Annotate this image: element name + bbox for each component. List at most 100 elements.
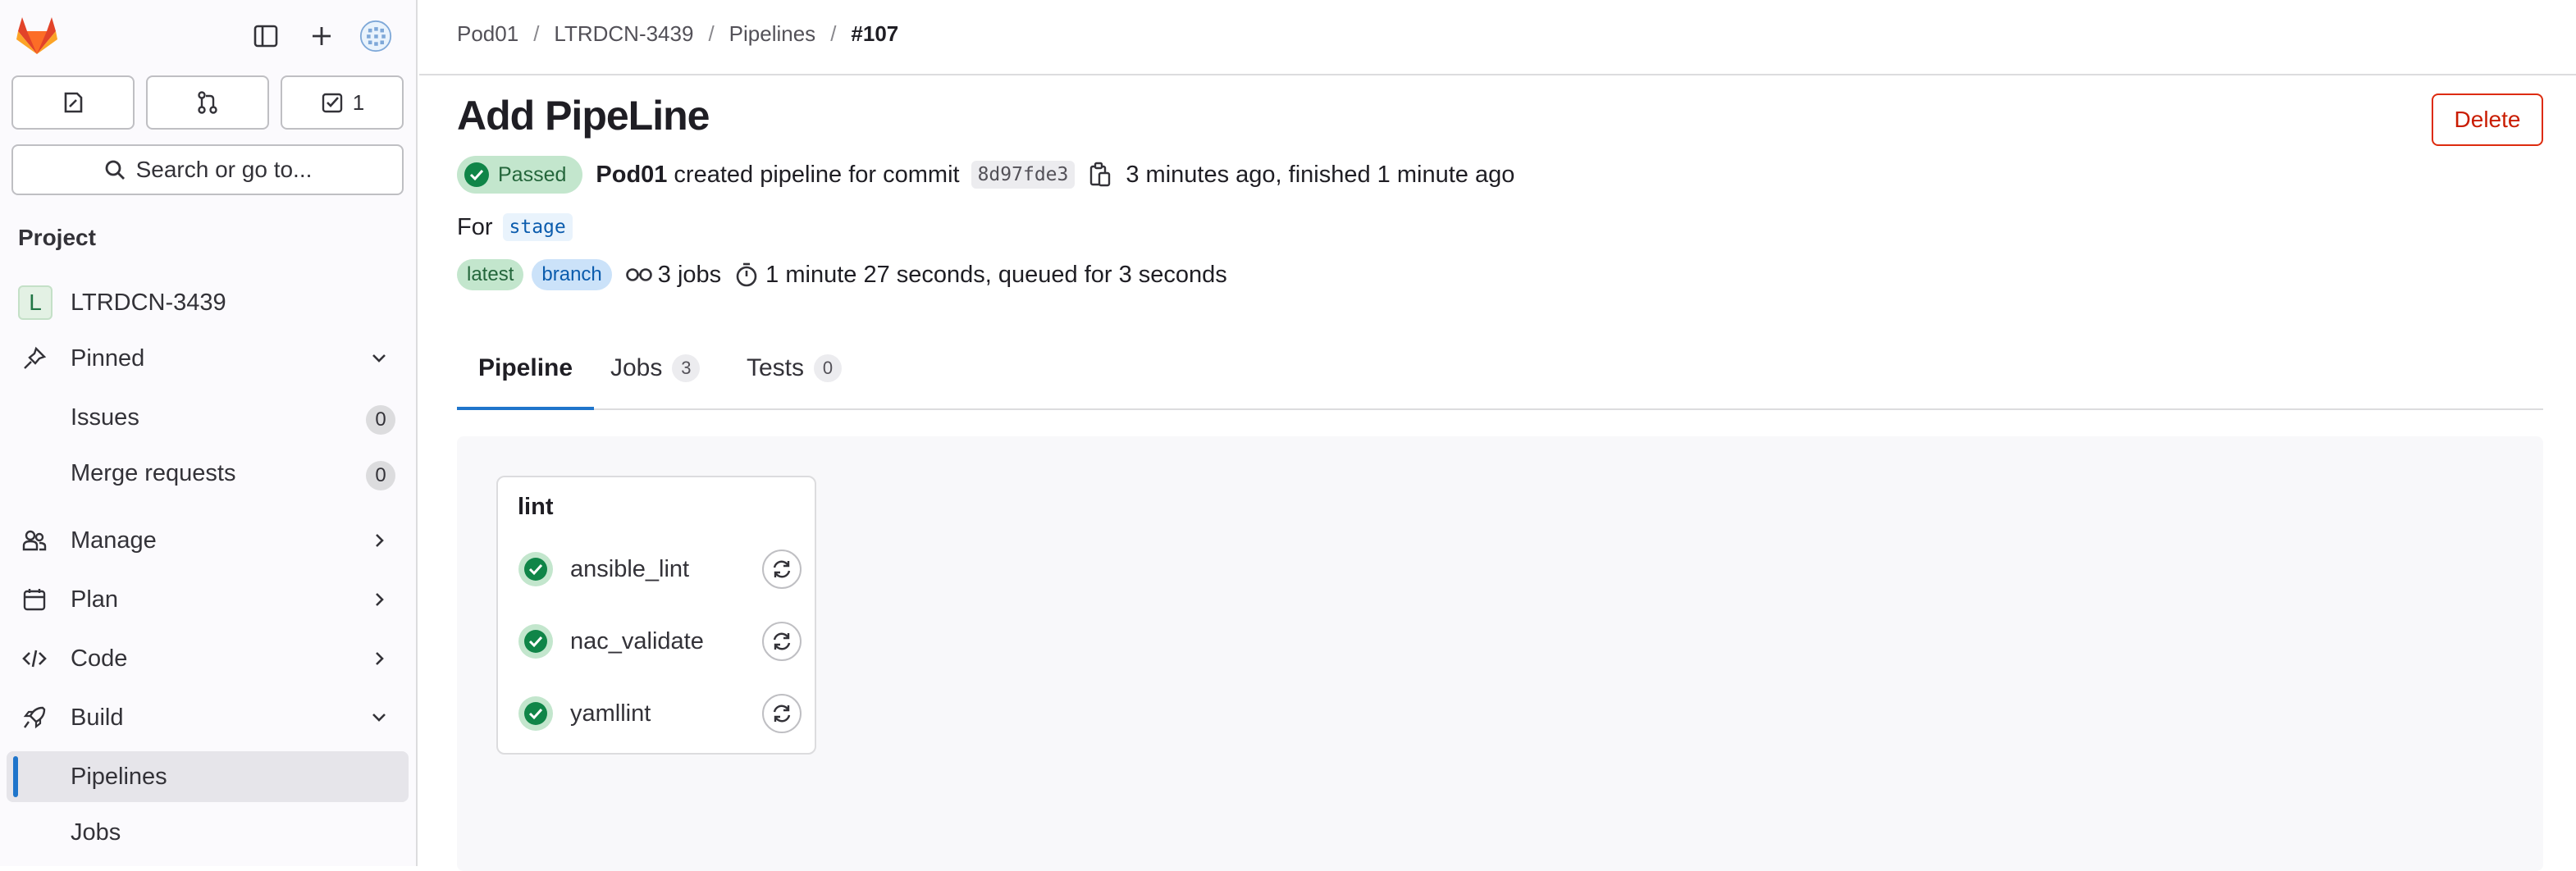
sidebar-item-pipelines[interactable]: Pipelines	[7, 751, 409, 802]
sidebar-item-label: Plan	[71, 586, 119, 613]
chevron-right-icon	[376, 652, 384, 665]
calendar-icon	[23, 589, 46, 611]
tab-label: Pipeline	[478, 354, 573, 381]
sidebar-item-label: Code	[71, 645, 128, 672]
gitlab-logo-icon[interactable]	[15, 15, 59, 56]
pipeline-jobs-icon	[625, 268, 652, 281]
time-text: 3 minutes ago, finished 1 minute ago	[1126, 161, 1515, 188]
retry-icon	[773, 632, 791, 650]
tab-label: Jobs	[610, 354, 663, 381]
pipeline-tabs: Pipeline Jobs 3 Tests 0	[457, 328, 2543, 410]
latest-badge: latest	[457, 259, 524, 290]
user-avatar[interactable]	[359, 20, 392, 52]
merge-request-icon	[198, 91, 217, 114]
job-passed-icon	[518, 552, 553, 586]
sidebar-item-label: Issues	[71, 404, 139, 431]
branch-badge: branch	[532, 259, 612, 290]
tab-pipeline[interactable]: Pipeline	[457, 328, 595, 410]
chevron-down-icon	[372, 354, 386, 363]
breadcrumb-separator: /	[708, 21, 715, 46]
pipeline-user-link[interactable]: Pod01	[596, 162, 667, 189]
sidebar-item-merge-requests[interactable]: Merge requests 0	[7, 448, 409, 499]
ref-link[interactable]: stage	[502, 213, 573, 241]
sidebar-item-manage[interactable]: Manage	[7, 515, 409, 566]
status-badge[interactable]: Passed	[457, 156, 583, 194]
retry-button[interactable]	[762, 550, 802, 589]
job-name[interactable]: ansible_lint	[570, 556, 689, 583]
retry-button[interactable]	[762, 694, 802, 733]
sidebar: 1 Search or go to... Project L LTRDCN-34…	[0, 0, 418, 866]
tab-tests[interactable]: Tests 0	[747, 328, 843, 408]
pipeline-graph: lint ansible_lint nac_validate yamllint	[457, 436, 2543, 871]
job-passed-icon	[518, 696, 553, 731]
copy-icon[interactable]	[1088, 162, 1112, 188]
status-label: Passed	[498, 162, 567, 186]
chevron-right-icon	[376, 593, 384, 606]
sidebar-item-project[interactable]: L LTRDCN-3439	[7, 277, 409, 328]
sidebar-item-label: Build	[71, 704, 124, 731]
tab-count-badge: 3	[672, 354, 701, 382]
todos-count: 1	[352, 89, 365, 115]
search-label: Search or go to...	[135, 157, 313, 182]
breadcrumb-item[interactable]: LTRDCN-3439	[554, 21, 693, 47]
merge-requests-button[interactable]	[146, 75, 269, 130]
breadcrumb-item[interactable]: Pipelines	[729, 21, 816, 47]
sidebar-item-label: Pipelines	[71, 763, 167, 790]
page-title: Add PipeLine	[457, 93, 710, 139]
delete-button[interactable]: Delete	[2432, 93, 2543, 146]
timer-icon	[736, 262, 757, 287]
assigned-issues-button[interactable]	[11, 75, 135, 130]
sidebar-item-label: Pinned	[71, 344, 145, 372]
chevron-right-icon	[376, 534, 384, 547]
sidebar-item-build[interactable]: Build	[7, 692, 409, 743]
stage-name: lint	[518, 494, 554, 520]
sidebar-toggle-icon[interactable]	[249, 20, 282, 52]
retry-button[interactable]	[762, 622, 802, 661]
chevron-down-icon	[372, 714, 386, 722]
job-row[interactable]: yamllint	[518, 691, 802, 736]
code-icon	[22, 650, 47, 668]
tab-jobs[interactable]: Jobs 3	[610, 328, 701, 408]
search-button[interactable]: Search or go to...	[11, 144, 404, 195]
tab-count-badge: 0	[814, 354, 843, 382]
tab-label: Tests	[747, 354, 805, 381]
users-icon	[22, 530, 47, 551]
breadcrumb: Pod01 / LTRDCN-3439 / Pipelines / #107	[457, 21, 898, 47]
sidebar-item-plan[interactable]: Plan	[7, 574, 409, 625]
todos-button[interactable]: 1	[281, 75, 404, 130]
sidebar-item-code[interactable]: Code	[7, 633, 409, 684]
retry-icon	[773, 705, 791, 723]
pipeline-ref-row: For stage	[457, 213, 573, 241]
sidebar-item-issues[interactable]: Issues 0	[7, 392, 409, 443]
breadcrumb-current[interactable]: #107	[851, 21, 898, 47]
sidebar-item-pinned[interactable]: Pinned	[7, 333, 409, 384]
sidebar-item-label: Jobs	[71, 819, 121, 846]
check-circle-icon	[464, 162, 489, 187]
sidebar-item-label: Manage	[71, 527, 157, 554]
create-new-icon[interactable]	[305, 20, 338, 52]
commit-sha-link[interactable]: 8d97fde3	[971, 161, 1076, 189]
for-label: For	[457, 213, 493, 240]
pipeline-meta-row: latest branch 3 jobs 1 minute 27 seconds…	[457, 259, 1227, 290]
job-row[interactable]: nac_validate	[518, 618, 802, 664]
sidebar-item-label: Merge requests	[71, 459, 236, 486]
sidebar-item-label: LTRDCN-3439	[71, 289, 226, 316]
job-row[interactable]: ansible_lint	[518, 546, 802, 592]
breadcrumb-separator: /	[533, 21, 540, 46]
todo-checkbox-icon	[322, 93, 342, 113]
job-name[interactable]: nac_validate	[570, 628, 704, 655]
breadcrumb-separator: /	[830, 21, 837, 46]
retry-icon	[773, 560, 791, 578]
project-avatar: L	[18, 285, 53, 320]
pipeline-summary: Passed Pod01 created pipeline for commit…	[457, 156, 1514, 194]
created-text: created pipeline for commit	[674, 161, 960, 188]
top-bar: Pod01 / LTRDCN-3439 / Pipelines / #107	[419, 0, 2576, 75]
sidebar-item-jobs[interactable]: Jobs	[7, 807, 409, 858]
sidebar-section-title: Project	[18, 225, 96, 250]
issues-count-badge: 0	[366, 405, 395, 435]
search-icon	[105, 160, 125, 180]
job-name[interactable]: yamllint	[570, 700, 651, 727]
jobs-count-text: 3 jobs	[657, 261, 722, 288]
user-counters: 1	[11, 75, 404, 130]
breadcrumb-item[interactable]: Pod01	[457, 21, 518, 47]
